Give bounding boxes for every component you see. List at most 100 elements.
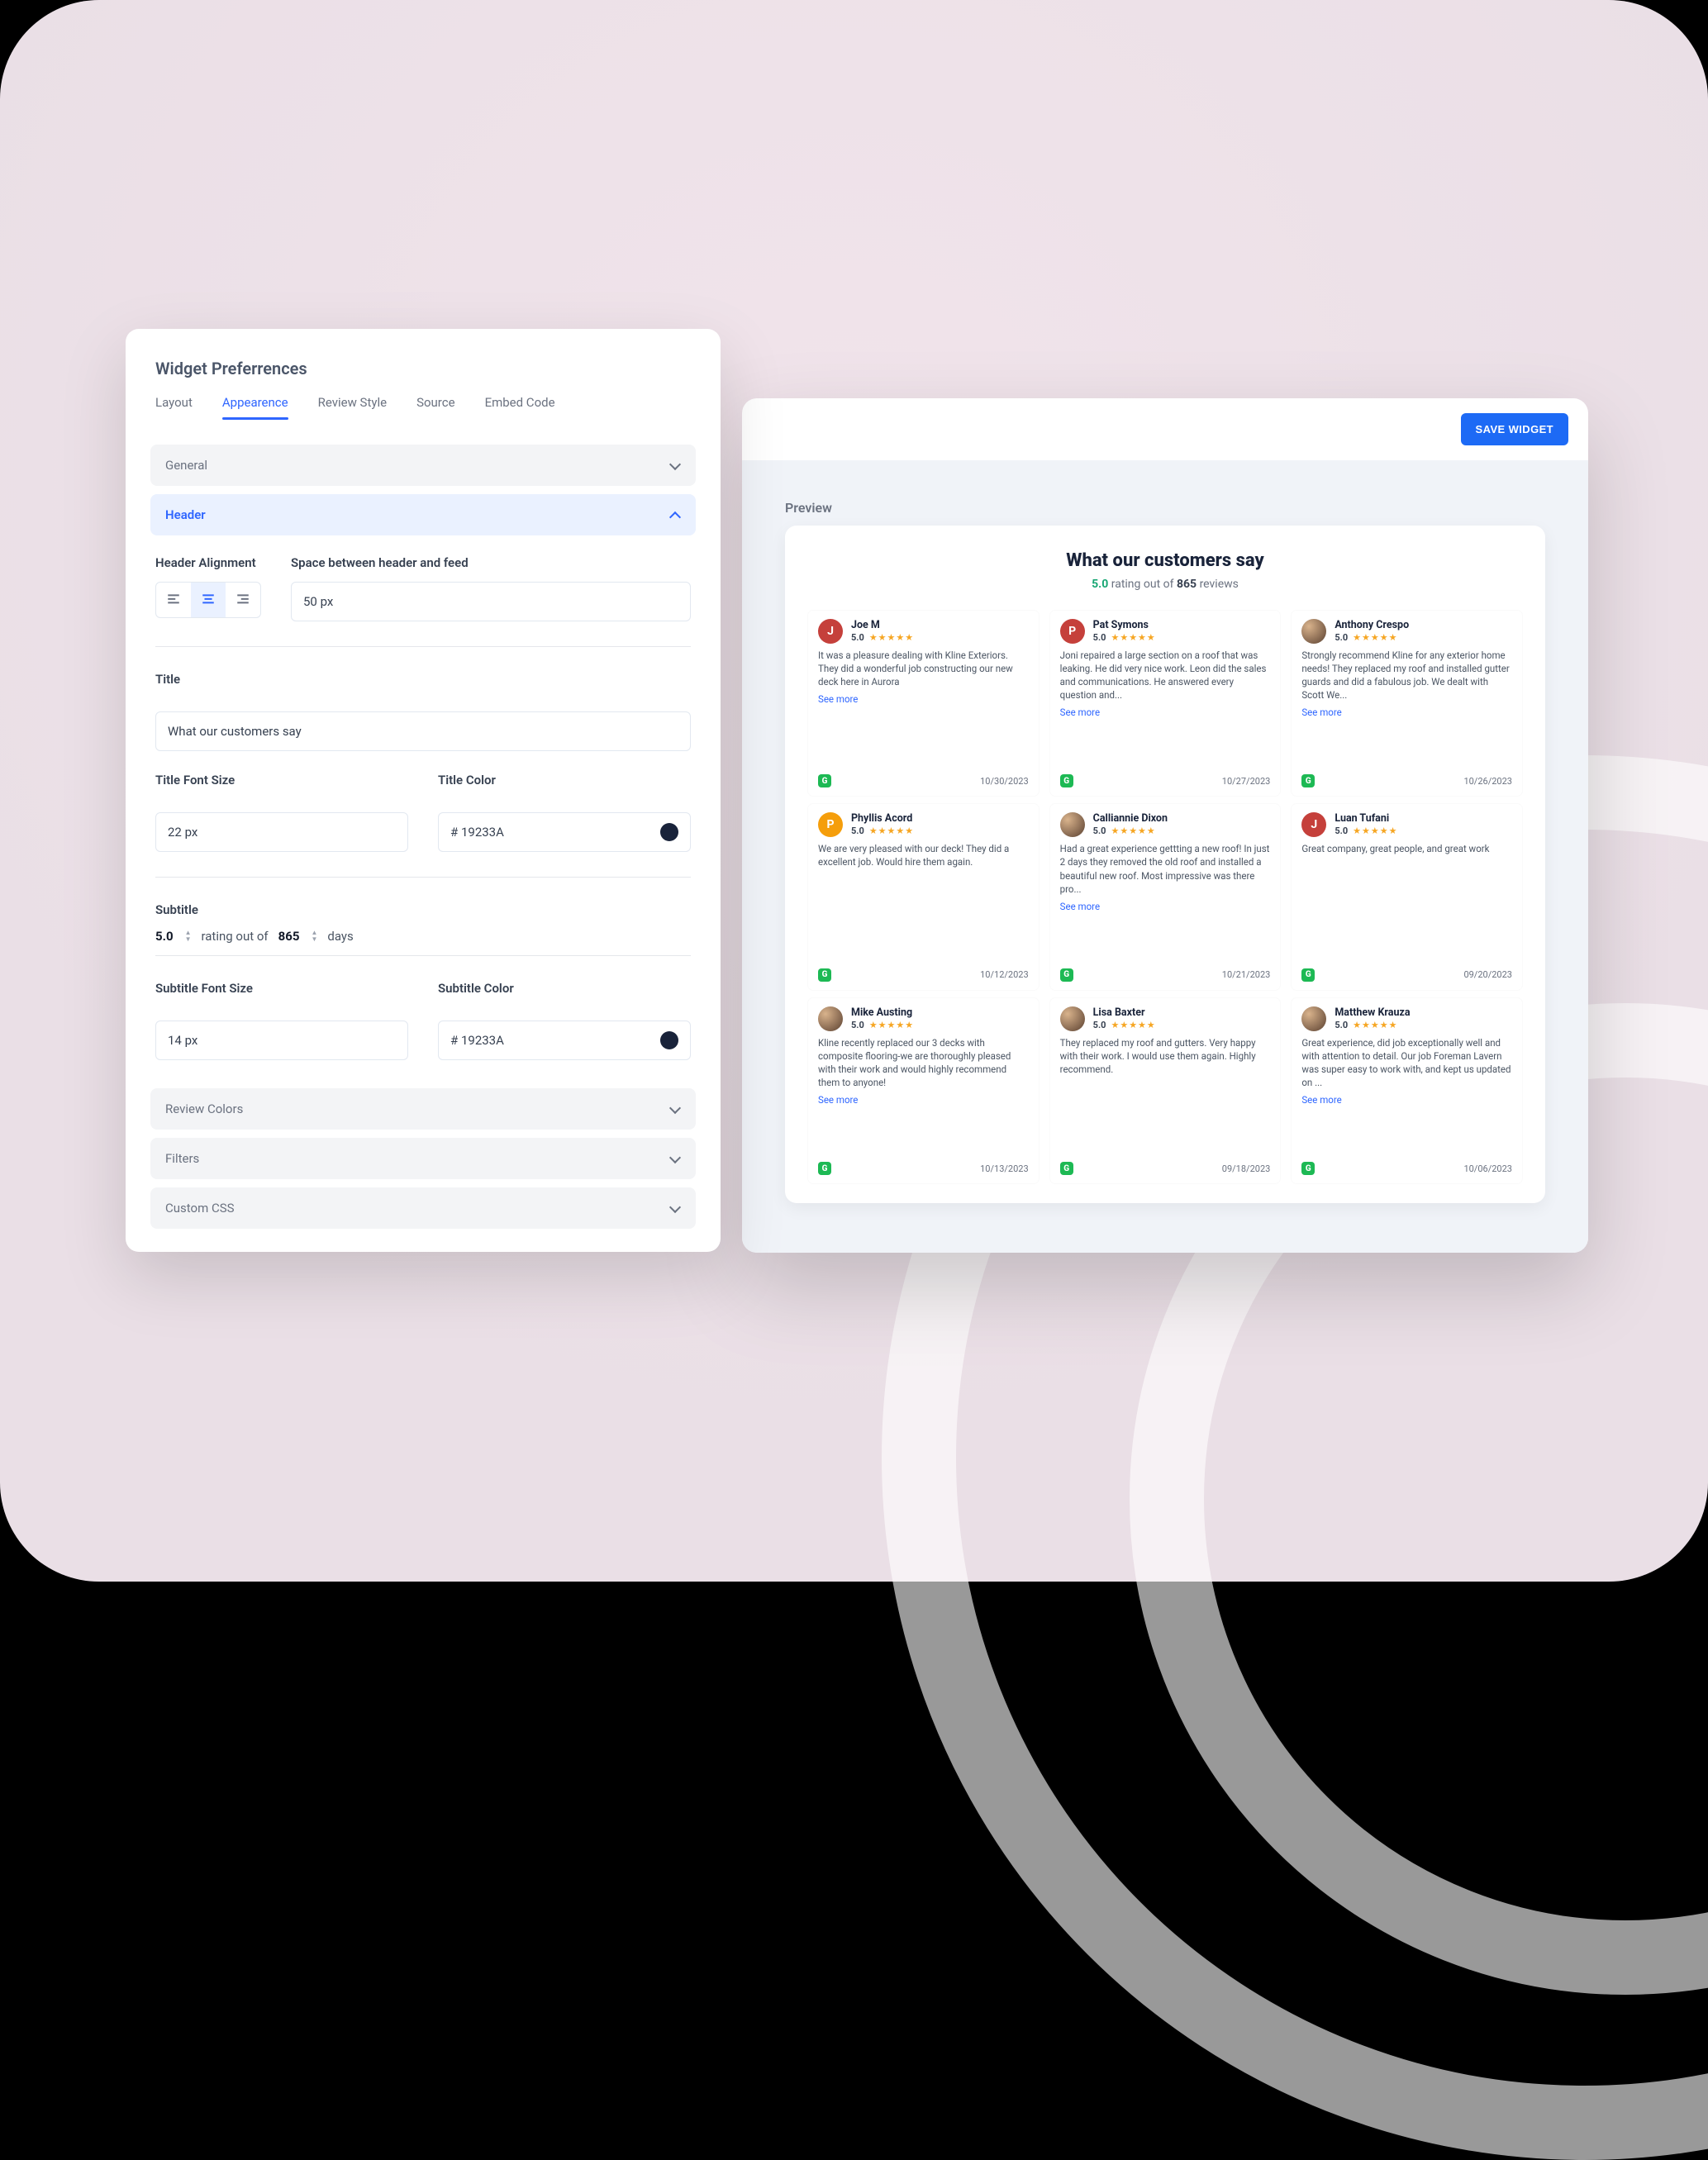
see-more-link[interactable]: See more [1301,1094,1512,1106]
source-badge: G [818,1162,831,1175]
see-more-link[interactable]: See more [1301,707,1512,718]
save-widget-button[interactable]: SAVE WIDGET [1461,413,1568,445]
review-date: 10/30/2023 [980,776,1029,787]
reviewer-name: Matthew Krauza [1335,1006,1410,1019]
color-swatch[interactable] [660,1031,678,1049]
input-value: What our customers say [168,724,302,739]
tab-review-style[interactable]: Review Style [318,395,387,418]
title-color-input[interactable]: # 19233A [438,812,691,852]
accordion-general[interactable]: General [150,445,696,486]
align-center-icon [201,592,216,607]
reviews-word: reviews [1200,578,1239,591]
tab-embed-code[interactable]: Embed Code [485,395,555,418]
subtitle-color-input[interactable]: # 19233A [438,1021,691,1060]
field-subtitle-font-size: Subtitle Font Size 14 px [155,981,408,1060]
tab-source[interactable]: Source [416,395,454,418]
tabs: Layout Appearence Review Style Source Em… [126,395,721,436]
preview-toolbar: SAVE WIDGET [742,398,1588,460]
title-font-size-input[interactable]: 22 px [155,812,408,852]
accordion-filters[interactable]: Filters [150,1138,696,1179]
align-center-button[interactable] [191,583,226,617]
review-date: 10/27/2023 [1222,776,1271,787]
subtitle-font-size-input[interactable]: 14 px [155,1021,408,1060]
align-right-button[interactable] [226,583,260,617]
header-body: Header Alignment Space betw [126,535,721,1068]
review-date: 10/06/2023 [1463,1163,1512,1174]
preferences-panel: Widget Preferrences Layout Appearence Re… [126,329,721,1252]
preview-body: Preview What our customers say 5.0 ratin… [742,460,1588,1253]
accordion-custom-css[interactable]: Custom CSS [150,1187,696,1229]
review-text: Had a great experience gettting a new ro… [1060,842,1271,895]
chevron-down-icon [669,1202,681,1214]
label-subtitle-font-size: Subtitle Font Size [155,981,408,996]
review-score: 5.0 [851,632,864,643]
tab-appearance[interactable]: Appearence [222,395,288,418]
subtitle-rating-value[interactable]: 5.0 [155,929,174,944]
field-space: Space between header and feed 50 px [291,555,691,621]
input-value: 14 px [168,1033,197,1048]
review-score: 5.0 [1093,632,1106,643]
accordion-review-colors[interactable]: Review Colors [150,1088,696,1130]
source-badge: G [1301,1162,1315,1175]
review-card: Lisa Baxter5.0★★★★★They replaced my roof… [1050,998,1281,1183]
label-header-alignment: Header Alignment [155,555,261,570]
avatar [1301,1006,1326,1031]
alignment-group [155,582,261,618]
title-input[interactable]: What our customers say [155,711,691,751]
subtitle-composer: 5.0 ▲▼ rating out of 865 ▲▼ days [155,929,691,956]
see-more-link[interactable]: See more [1060,901,1271,912]
accordion-label: Filters [165,1151,199,1166]
review-card: Calliannie Dixon5.0★★★★★Had a great expe… [1050,804,1281,989]
space-input[interactable]: 50 px [291,582,691,621]
review-card: Mike Austing5.0★★★★★Kline recently repla… [808,998,1039,1183]
source-badge: G [1301,774,1315,787]
tab-layout[interactable]: Layout [155,395,193,418]
reviewer-name: Phyllis Acord [851,812,914,825]
label-space: Space between header and feed [291,555,691,570]
review-date: 10/21/2023 [1222,969,1271,980]
review-date: 09/20/2023 [1463,969,1512,980]
divider [155,646,691,647]
see-more-link[interactable]: See more [818,1094,1029,1106]
source-badge: G [818,968,831,982]
see-more-link[interactable]: See more [1060,707,1271,718]
field-title: Title What our customers say [155,672,691,751]
review-card: Matthew Krauza5.0★★★★★Great experience, … [1292,998,1522,1183]
avatar: P [818,812,843,837]
label-subtitle-color: Subtitle Color [438,981,691,996]
stars-icon: ★★★★★ [1353,632,1397,643]
review-score: 5.0 [1335,1020,1348,1030]
review-count: 865 [1177,578,1197,591]
subtitle-count-value[interactable]: 865 [278,929,300,944]
field-header-alignment: Header Alignment [155,555,261,618]
widget-header: What our customers say 5.0 rating out of… [808,550,1522,591]
preview-label: Preview [785,500,1545,516]
preview-card: SAVE WIDGET Preview What our customers s… [742,398,1588,1253]
review-date: 10/12/2023 [980,969,1029,980]
stars-icon: ★★★★★ [869,825,914,836]
stepper-icon[interactable]: ▲▼ [311,930,317,943]
review-score: 5.0 [1335,825,1348,836]
source-badge: G [1060,1162,1073,1175]
panel-title: Widget Preferrences [126,359,721,395]
label-subtitle: Subtitle [155,902,691,917]
stars-icon: ★★★★★ [1111,825,1155,836]
review-card: Anthony Crespo5.0★★★★★Strongly recommend… [1292,611,1522,796]
review-text: Joni repaired a large section on a roof … [1060,649,1271,702]
input-value: 50 px [303,594,333,609]
review-score: 5.0 [1093,825,1106,836]
field-title-font-size: Title Font Size 22 px [155,773,408,852]
chevron-up-icon [669,509,681,521]
see-more-link[interactable]: See more [818,693,1029,705]
avatar [818,1006,843,1031]
accordion-header[interactable]: Header [150,494,696,535]
label-title-font-size: Title Font Size [155,773,408,787]
field-title-color: Title Color # 19233A [438,773,691,852]
rating-value: 5.0 [1092,578,1108,591]
reviewer-name: Luan Tufani [1335,812,1397,825]
align-left-button[interactable] [156,583,191,617]
color-swatch[interactable] [660,823,678,841]
avatar: J [818,619,843,644]
stepper-icon[interactable]: ▲▼ [185,930,192,943]
review-widget: What our customers say 5.0 rating out of… [785,526,1545,1203]
